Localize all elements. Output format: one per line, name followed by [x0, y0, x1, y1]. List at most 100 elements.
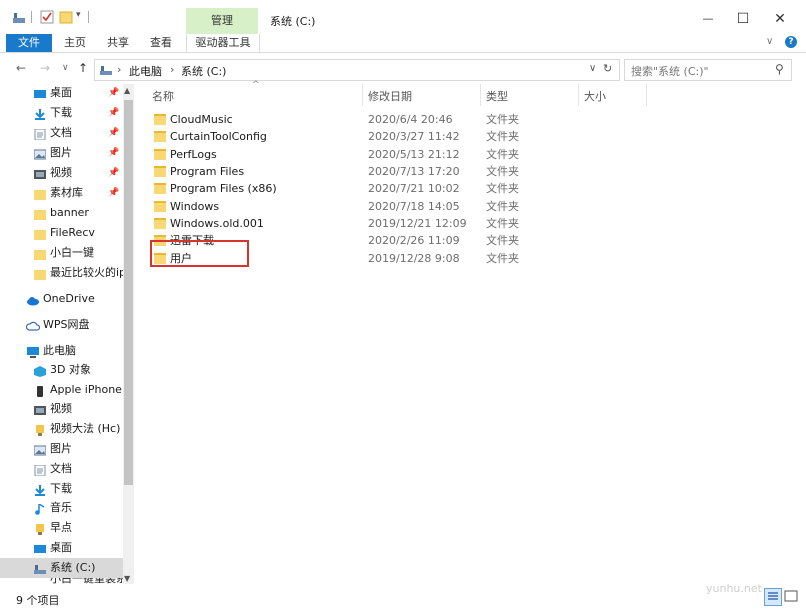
- nav-item-downloads[interactable]: 下载 📌: [0, 103, 124, 123]
- qat-dropdown-icon[interactable]: ▾: [76, 10, 81, 20]
- nav-item-pictures[interactable]: 图片 📌: [0, 143, 124, 163]
- file-type: 文件夹: [486, 113, 519, 126]
- nav-item-pc-desktop[interactable]: 桌面: [0, 538, 124, 558]
- nav-item-pc-documents[interactable]: 文档: [0, 459, 124, 479]
- close-button[interactable]: ✕: [762, 8, 798, 30]
- tab-home[interactable]: 主页: [58, 34, 92, 52]
- file-date: 2019/12/21 12:09: [368, 217, 467, 230]
- recent-locations-button[interactable]: ∨: [62, 63, 69, 73]
- download-icon: [34, 107, 46, 120]
- context-tab-manage[interactable]: 管理: [186, 8, 258, 34]
- pin-icon: 📌: [108, 168, 120, 178]
- file-type: 文件夹: [486, 200, 519, 213]
- forward-button[interactable]: →: [40, 61, 50, 75]
- ribbon-expand-icon[interactable]: ∨: [766, 36, 773, 47]
- tab-share[interactable]: 共享: [101, 34, 135, 52]
- pin-icon: 📌: [108, 128, 120, 138]
- nav-item-pc-downloads[interactable]: 下载: [0, 479, 124, 499]
- address-dropdown-icon[interactable]: ∨: [589, 63, 596, 74]
- nav-item-zaodian[interactable]: 早点: [0, 518, 124, 538]
- toolbar-separator: [88, 11, 89, 23]
- nav-label: WPS网盘: [43, 318, 90, 331]
- column-header-size[interactable]: 大小: [584, 88, 606, 104]
- breadcrumb-this-pc[interactable]: 此电脑: [129, 63, 162, 79]
- nav-item-this-pc[interactable]: 此电脑: [0, 341, 124, 361]
- nav-item-music[interactable]: 音乐: [0, 498, 124, 518]
- search-icon[interactable]: ⚲: [775, 62, 784, 76]
- scroll-down-icon[interactable]: ▼: [124, 574, 130, 583]
- file-row[interactable]: CurtainToolConfig 2020/3/27 11:42 文件夹: [148, 128, 548, 145]
- up-button[interactable]: ↑: [78, 61, 88, 75]
- column-header-date[interactable]: 修改日期: [368, 88, 412, 104]
- help-icon[interactable]: ?: [785, 36, 797, 48]
- file-row[interactable]: Windows.old.001 2019/12/21 12:09 文件夹: [148, 215, 548, 232]
- search-placeholder: 搜索"系统 (C:)": [631, 65, 709, 78]
- nav-label: 此电脑: [43, 344, 76, 357]
- search-input[interactable]: 搜索"系统 (C:)" ⚲: [624, 59, 792, 81]
- file-type: 文件夹: [486, 234, 519, 247]
- pin-icon: 📌: [108, 108, 120, 118]
- column-divider[interactable]: [480, 84, 481, 106]
- file-date: 2020/7/18 14:05: [368, 200, 460, 213]
- nav-label: 桌面: [50, 541, 72, 554]
- details-view-button[interactable]: [764, 588, 782, 606]
- file-row[interactable]: Windows 2020/7/18 14:05 文件夹: [148, 198, 548, 215]
- nav-label: 下载: [50, 482, 72, 495]
- folder-icon: [154, 218, 166, 229]
- nav-item-material-library[interactable]: 素材库 📌: [0, 183, 124, 203]
- minimize-button[interactable]: —: [690, 8, 726, 30]
- properties-icon[interactable]: [40, 10, 54, 24]
- file-name: CurtainToolConfig: [170, 130, 267, 143]
- nav-item-apple-iphone[interactable]: Apple iPhone: [0, 380, 124, 400]
- address-bar[interactable]: › 此电脑 › 系统 (C:) ∨ ↻: [94, 59, 620, 81]
- drive-icon: [12, 10, 26, 24]
- nav-item-3d-objects[interactable]: 3D 对象: [0, 360, 124, 380]
- file-row[interactable]: Program Files 2020/7/13 17:20 文件夹: [148, 163, 548, 180]
- address-row: ← → ∨ ↑ › 此电脑 › 系统 (C:) ∨ ↻ 搜索"系统 (C:)" …: [0, 56, 806, 82]
- nav-label: 视频: [50, 402, 72, 415]
- maximize-button[interactable]: ☐: [725, 8, 761, 30]
- nav-item-wps-cloud[interactable]: WPS网盘: [0, 315, 124, 335]
- tab-view[interactable]: 查看: [144, 34, 178, 52]
- nav-item-banner[interactable]: banner: [0, 203, 124, 223]
- nav-item-desktop[interactable]: 桌面 📌: [0, 83, 124, 103]
- file-name: Windows: [170, 200, 220, 213]
- nav-item-video-dafa[interactable]: 视频大法 (Hc): [0, 419, 124, 439]
- refresh-icon[interactable]: ↻: [603, 62, 612, 75]
- nav-item-videos[interactable]: 视频 📌: [0, 163, 124, 183]
- file-date: 2020/7/13 17:20: [368, 165, 460, 178]
- item-count: 9 个项目: [16, 594, 60, 607]
- nav-label: 早点: [50, 521, 72, 534]
- nav-item-filerecv[interactable]: FileRecv: [0, 223, 124, 243]
- breadcrumb-drive-c[interactable]: 系统 (C:): [181, 63, 226, 79]
- new-folder-icon[interactable]: [59, 10, 73, 24]
- scroll-up-icon[interactable]: ▲: [124, 86, 130, 95]
- file-row[interactable]: CloudMusic 2020/6/4 20:46 文件夹: [148, 111, 548, 128]
- nav-item-pc-pictures[interactable]: 图片: [0, 439, 124, 459]
- nav-item-documents[interactable]: 文档 📌: [0, 123, 124, 143]
- file-type: 文件夹: [486, 165, 519, 178]
- tab-file[interactable]: 文件: [6, 34, 52, 52]
- large-icons-view-button[interactable]: [783, 588, 799, 604]
- nav-label: 图片: [50, 442, 72, 455]
- tab-drive-tools[interactable]: 驱动器工具: [186, 34, 260, 52]
- column-header-name[interactable]: 名称: [152, 88, 174, 104]
- column-divider[interactable]: [578, 84, 579, 106]
- nav-label: banner: [50, 206, 89, 219]
- back-button[interactable]: ←: [16, 61, 26, 75]
- file-row[interactable]: Program Files (x86) 2020/7/21 10:02 文件夹: [148, 180, 548, 197]
- nav-label: 最近比较火的ipl: [50, 266, 124, 279]
- column-divider[interactable]: [646, 84, 647, 106]
- column-divider[interactable]: [362, 84, 363, 106]
- nav-item-pc-videos[interactable]: 视频: [0, 399, 124, 419]
- nav-item-partial[interactable]: 小白一键重装系统: [0, 578, 124, 588]
- nav-item-xiaobai[interactable]: 小白一键: [0, 243, 124, 263]
- file-row[interactable]: PerfLogs 2020/5/13 21:12 文件夹: [148, 146, 548, 163]
- nav-scrollbar-thumb[interactable]: [124, 100, 133, 485]
- nav-item-drive-c[interactable]: 系统 (C:): [0, 558, 124, 578]
- column-header-type[interactable]: 类型: [486, 88, 508, 104]
- nav-item-recent-hot[interactable]: 最近比较火的ipl: [0, 263, 124, 283]
- nav-item-onedrive[interactable]: OneDrive: [0, 289, 124, 309]
- folder-icon: [154, 183, 166, 194]
- nav-label: 系统 (C:): [50, 561, 96, 574]
